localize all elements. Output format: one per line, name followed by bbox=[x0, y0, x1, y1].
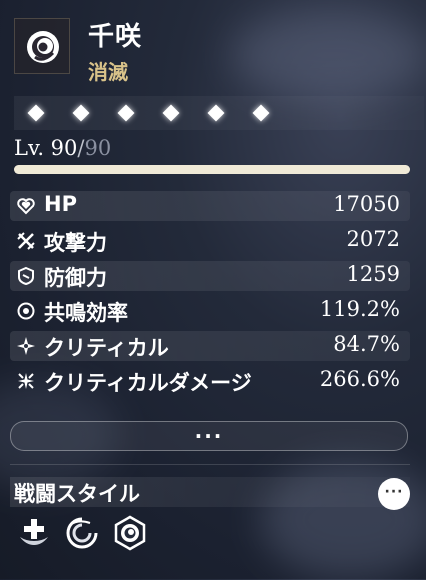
stat-value: 119.2% bbox=[319, 297, 400, 321]
stat-label: HP bbox=[44, 192, 77, 216]
chain-node-5[interactable] bbox=[206, 103, 226, 123]
stat-row-6: クリティカルダメージ 266.6% bbox=[10, 366, 410, 396]
section-divider bbox=[10, 464, 410, 465]
level-current: 90 bbox=[50, 136, 78, 160]
chain-node-4[interactable] bbox=[161, 103, 181, 123]
stat-value: 266.6% bbox=[319, 367, 400, 391]
stat-label: クリティカルダメージ bbox=[44, 371, 252, 395]
crossed-swords-icon bbox=[16, 231, 36, 251]
element-emblem bbox=[14, 18, 70, 74]
support-plus-icon[interactable] bbox=[16, 515, 52, 551]
havoc-spiral-icon bbox=[27, 31, 59, 63]
character-name: 千咲 bbox=[88, 22, 143, 52]
havoc-spiral-icon[interactable] bbox=[112, 515, 148, 551]
stat-value: 1259 bbox=[346, 262, 400, 286]
level-progress-fill bbox=[14, 165, 410, 174]
level-prefix: Lv. bbox=[14, 136, 51, 160]
diamond-icon bbox=[72, 104, 90, 122]
stat-value: 17050 bbox=[333, 192, 400, 216]
chain-node-3[interactable] bbox=[116, 103, 136, 123]
more-stats-button[interactable]: ··· bbox=[10, 421, 408, 451]
shield-icon bbox=[16, 266, 36, 286]
crit-star-icon bbox=[16, 336, 36, 356]
stat-row-1: HP 17050 bbox=[10, 191, 410, 221]
stat-row-3: 防御力 1259 bbox=[10, 261, 410, 291]
combat-style-more-button[interactable]: ··· bbox=[378, 478, 410, 510]
stat-label: クリティカル bbox=[44, 336, 169, 360]
stat-row-5: クリティカル 84.7% bbox=[10, 331, 410, 361]
stat-label: 共鳴効率 bbox=[44, 301, 128, 325]
diamond-icon bbox=[252, 104, 270, 122]
chain-node-1[interactable] bbox=[26, 103, 46, 123]
diamond-icon bbox=[117, 104, 135, 122]
level-display: Lv. 90/90 bbox=[14, 136, 111, 160]
character-header: 千咲 消滅 bbox=[0, 0, 426, 95]
diamond-icon bbox=[207, 104, 225, 122]
chain-node-2[interactable] bbox=[71, 103, 91, 123]
crit-damage-icon bbox=[16, 371, 36, 391]
combat-style-title: 戦闘スタイル bbox=[14, 482, 140, 506]
character-element: 消滅 bbox=[88, 60, 128, 84]
chain-node-6[interactable] bbox=[251, 103, 271, 123]
more-icon: ··· bbox=[384, 484, 404, 500]
stat-row-2: 攻撃力 2072 bbox=[10, 226, 410, 256]
combat-style-header: 戦闘スタイル bbox=[10, 477, 410, 507]
diamond-icon bbox=[27, 104, 45, 122]
stat-row-4: 共鳴効率 119.2% bbox=[10, 296, 410, 326]
more-stats-label: ··· bbox=[194, 424, 224, 448]
resonance-icon bbox=[16, 301, 36, 321]
level-max: 90 bbox=[84, 136, 112, 160]
stat-label: 攻撃力 bbox=[44, 231, 107, 255]
level-progress-bar bbox=[14, 165, 410, 174]
diamond-icon bbox=[162, 104, 180, 122]
swirl-icon[interactable] bbox=[64, 515, 100, 551]
heart-icon bbox=[16, 196, 36, 216]
stat-value: 84.7% bbox=[333, 332, 400, 356]
stat-value: 2072 bbox=[346, 227, 400, 251]
resonance-chain bbox=[14, 96, 424, 130]
stat-label: 防御力 bbox=[44, 266, 107, 290]
